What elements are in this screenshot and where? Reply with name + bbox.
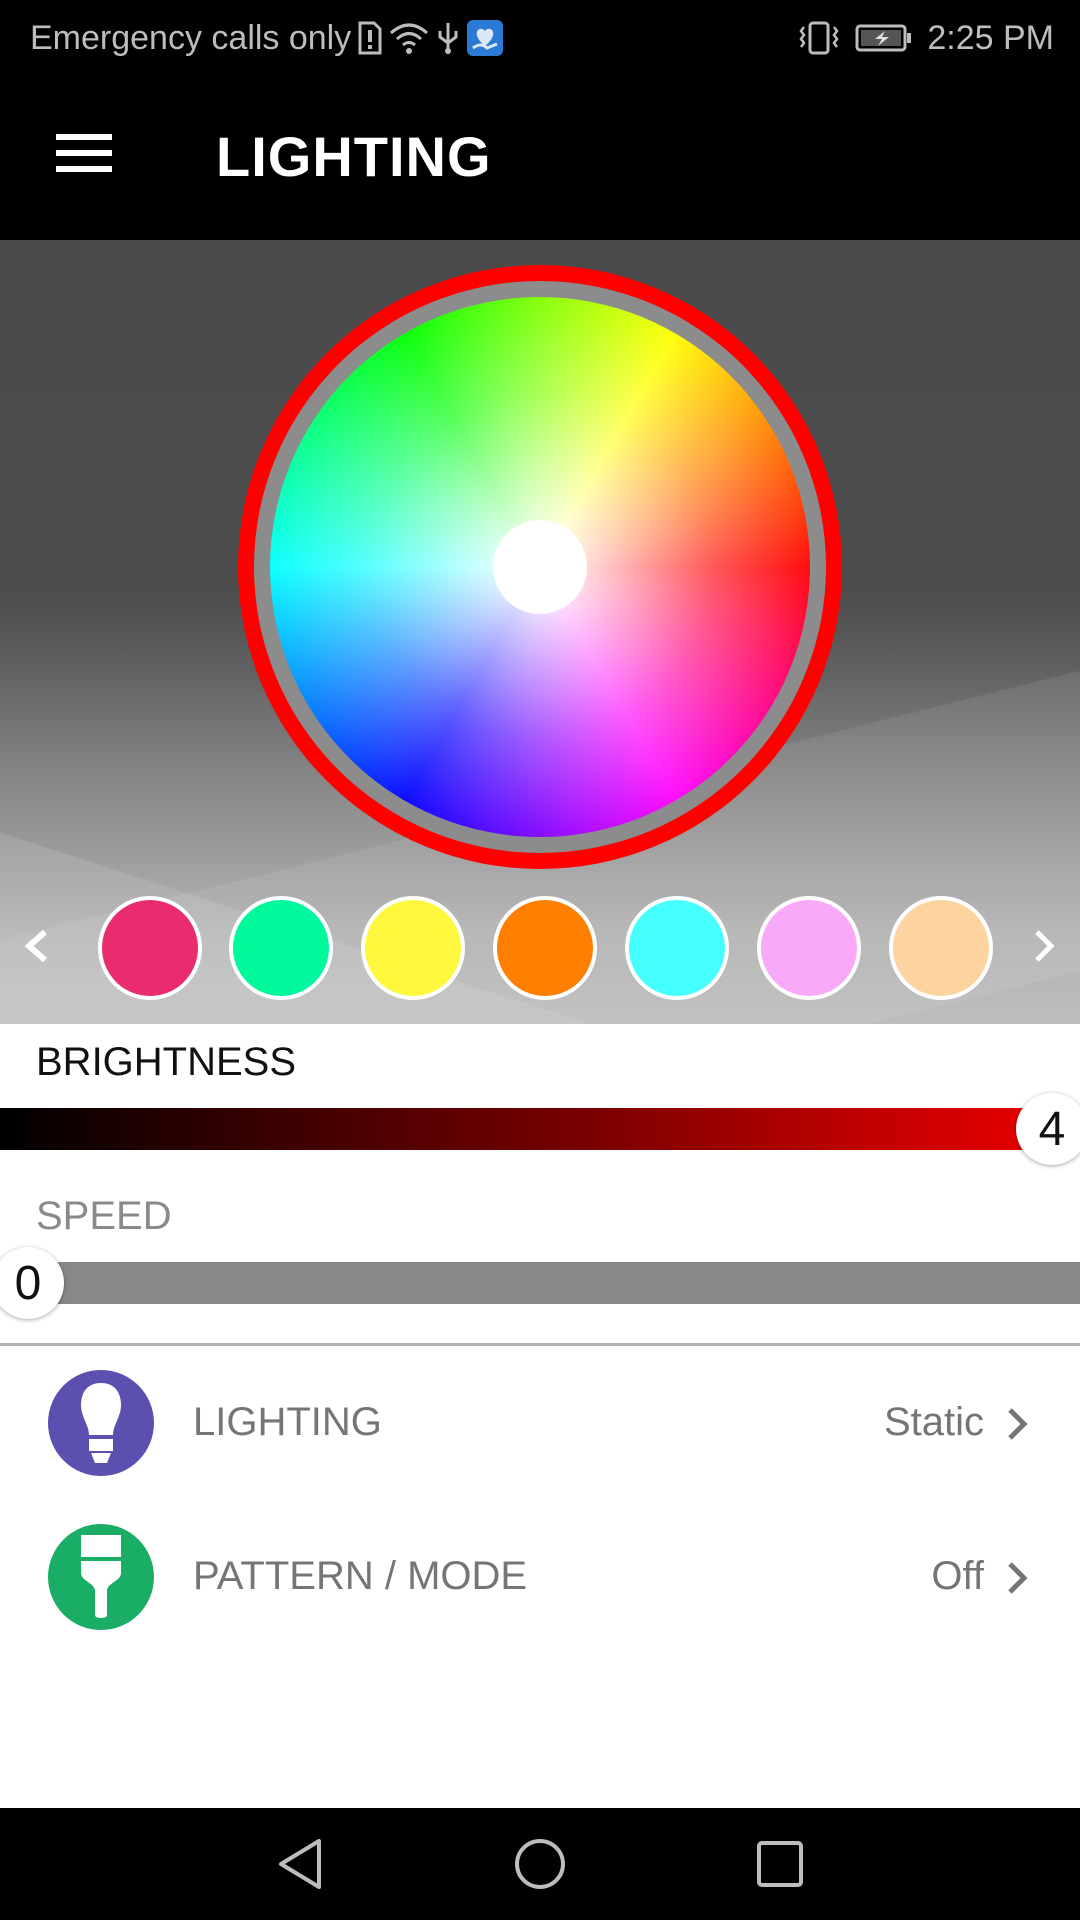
carrier-text: Emergency calls only: [30, 18, 352, 57]
menu-row-label: PATTERN / MODE: [193, 1554, 528, 1598]
preset-swatch-green[interactable]: [229, 896, 333, 1000]
preset-swatch-cyan[interactable]: [625, 896, 729, 1000]
color-wheel-center-white[interactable]: [493, 520, 587, 614]
speed-value: 0: [14, 1256, 42, 1310]
light-bulb-icon: [48, 1370, 154, 1476]
battery-charging-icon: [855, 23, 913, 53]
chevron-right-icon: [1002, 1558, 1032, 1598]
menu-row-label: LIGHTING: [193, 1400, 382, 1444]
selected-color-ring: [238, 265, 842, 869]
color-picker-area: [0, 240, 1080, 1024]
preset-swatch-pink[interactable]: [98, 896, 202, 1000]
menu-row-value: Static: [883, 1400, 984, 1444]
paint-brush-icon: [48, 1524, 154, 1630]
preset-swatch-yellow[interactable]: [361, 896, 465, 1000]
app-bar: LIGHTING: [0, 76, 1080, 240]
wifi-icon: [389, 21, 429, 55]
chevron-right-icon[interactable]: [1014, 914, 1074, 978]
back-triangle-icon[interactable]: [270, 1836, 330, 1892]
brightness-label: BRIGHTNESS: [36, 1040, 297, 1084]
system-nav-bar: [0, 1808, 1080, 1920]
home-circle-icon[interactable]: [510, 1836, 570, 1892]
vibrate-icon: [797, 21, 841, 55]
app-notification-icon: [467, 20, 504, 56]
menu-row-value: Off: [931, 1554, 984, 1598]
usb-icon: [435, 21, 461, 55]
speed-slider-thumb[interactable]: 0: [0, 1247, 64, 1319]
brightness-value: 4: [1038, 1102, 1066, 1156]
section-divider: [0, 1343, 1080, 1346]
hamburger-menu-icon[interactable]: [56, 134, 112, 176]
chevron-right-icon: [1002, 1404, 1032, 1444]
page-title: LIGHTING: [216, 125, 492, 188]
color-wheel-border: [254, 281, 826, 853]
recents-square-icon[interactable]: [750, 1836, 810, 1892]
brightness-slider-track[interactable]: [0, 1108, 1080, 1150]
preset-swatch-peach[interactable]: [889, 896, 993, 1000]
speed-slider-track[interactable]: [0, 1262, 1080, 1304]
color-wheel[interactable]: [270, 297, 810, 837]
status-bar: Emergency calls only 2:25 PM: [0, 0, 1080, 76]
preset-swatch-orange[interactable]: [493, 896, 597, 1000]
brightness-slider-thumb[interactable]: 4: [1016, 1093, 1080, 1165]
menu-row-lighting[interactable]: LIGHTING Static: [0, 1348, 1080, 1498]
clock: 2:25 PM: [927, 18, 1054, 57]
preset-swatch-light-pink[interactable]: [757, 896, 861, 1000]
sim-alert-icon: [357, 21, 383, 55]
chevron-left-icon[interactable]: [6, 914, 66, 978]
speed-label: SPEED: [36, 1194, 172, 1238]
preset-color-carousel: [0, 892, 1080, 1002]
menu-row-pattern-mode[interactable]: PATTERN / MODE Off: [0, 1502, 1080, 1652]
